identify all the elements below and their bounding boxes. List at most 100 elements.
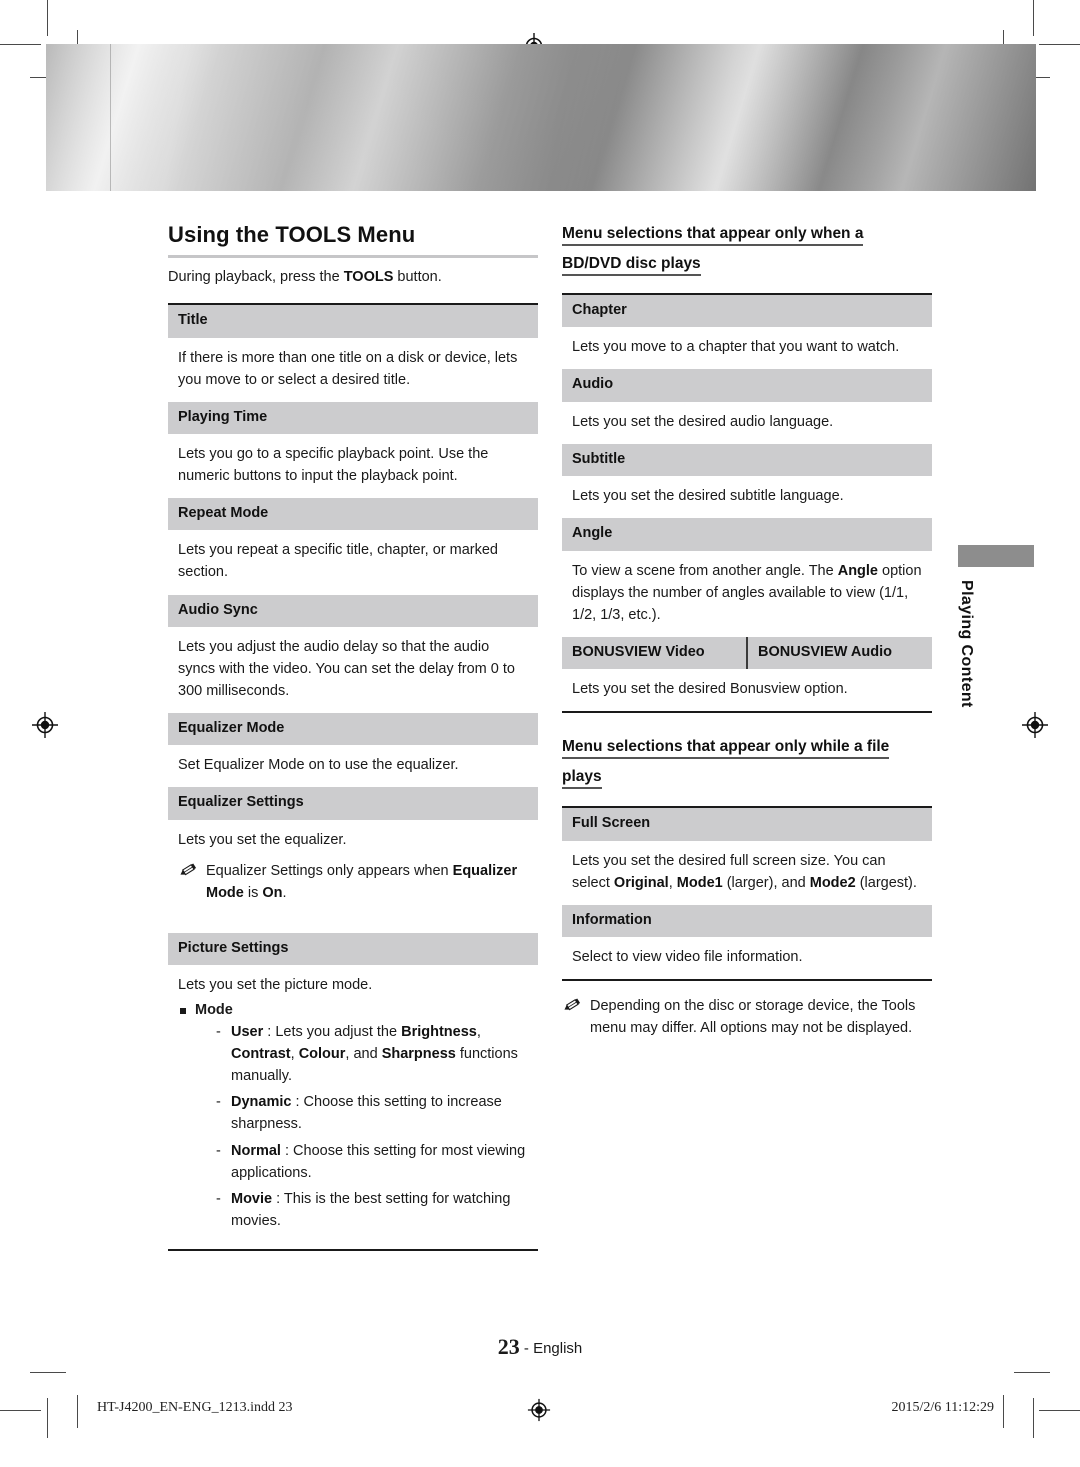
registration-mark-footer (527, 1398, 551, 1422)
row-header-angle: Angle (562, 518, 932, 551)
side-tab-playing-content: Playing Content (958, 545, 1034, 708)
picture-mode-option-normal: Normal : Choose this setting for most vi… (215, 1141, 528, 1185)
equalizer-settings-note: Equalizer Settings only appears when Equ… (178, 860, 528, 904)
row-header-bonusview: BONUSVIEW Video BONUSVIEW Audio (562, 636, 932, 670)
row-header-audio: Audio (562, 369, 932, 402)
row-body-title: If there is more than one title on a dis… (168, 338, 538, 402)
intro-text: During playback, press the TOOLS button. (168, 267, 538, 289)
row-header-picture-settings: Picture Settings (168, 932, 538, 966)
row-header-bonusview-audio: BONUSVIEW Audio (746, 636, 932, 670)
header-banner-image (46, 44, 1036, 191)
picture-mode-option-dynamic: Dynamic : Choose this setting to increas… (215, 1092, 528, 1136)
equalizer-note-text-2: is (243, 884, 263, 901)
subtitle-file-plays-line-2-text: plays (562, 768, 602, 790)
subtitle-bd-dvd-heading: Menu selections that appear only when a … (562, 222, 932, 277)
bd-dvd-table: Chapter Lets you move to a chapter that … (562, 293, 932, 714)
row-body-playing-time-text: Lets you go to a specific playback point… (178, 445, 489, 485)
crop-mark-bottom-right-horizontal (1014, 1372, 1050, 1373)
row-body-subtitle: Lets you set the desired subtitle langua… (562, 476, 932, 518)
row-body-audio-sync-text: Lets you adjust the audio delay so that … (178, 638, 515, 699)
row-body-picture-settings-text: Lets you set the picture mode. (178, 977, 373, 994)
subtitle-bd-dvd: Menu selections that appear only when a … (562, 222, 932, 277)
row-header-repeat-mode: Repeat Mode (168, 498, 538, 531)
banner-seam (110, 44, 111, 191)
picture-mode-options: User : Lets you adjust the Brightness, C… (215, 1022, 528, 1233)
tools-menu-footer-note-text: Depending on the disc or storage device,… (590, 998, 916, 1037)
equalizer-note-bold-2: On (262, 884, 283, 901)
row-body-angle-text: To view a scene from another angle. The … (572, 560, 922, 626)
crop-mark-top-left-vertical (47, 0, 48, 36)
full-screen-bold-1: Original (613, 874, 669, 891)
subtitle-file-plays-line-1: Menu selections that appear only while a… (562, 735, 932, 760)
picture-settings-mode-bullet: Mode User : Lets you adjust the Brightne… (178, 1000, 528, 1233)
page-number: 23 (497, 1334, 520, 1359)
picture-mode-user-bold-4: Sharpness (381, 1045, 456, 1062)
full-screen-text-2: , (668, 874, 677, 891)
picture-settings-mode-label: Mode (195, 1002, 233, 1019)
equalizer-note-text-3: . (282, 884, 287, 901)
row-header-bonusview-video: BONUSVIEW Video (572, 643, 705, 660)
registration-mark-right-middle (1022, 712, 1048, 738)
row-header-equalizer-settings: Equalizer Settings (168, 787, 538, 820)
crop-mark-top-right-horizontal (1039, 44, 1080, 45)
full-screen-bold-3: Mode2 (809, 874, 856, 891)
row-body-bonusview: Lets you set the desired Bonusview optio… (562, 669, 932, 711)
row-body-equalizer-settings: Lets you set the equalizer. Equalizer Se… (168, 820, 538, 915)
subtitle-bd-dvd-line-2: BD/DVD disc plays (562, 252, 932, 277)
row-body-equalizer-mode: Set Equalizer Mode on to use the equaliz… (168, 745, 538, 787)
crop-mark-bottom-right-vertical (1033, 1398, 1034, 1438)
picture-mode-movie-name: Movie (231, 1191, 273, 1208)
picture-mode-user-text-2: , (476, 1024, 481, 1041)
subtitle-file-plays-heading: Menu selections that appear only while a… (562, 735, 932, 790)
row-body-chapter: Lets you move to a chapter that you want… (562, 327, 932, 369)
intro-text-bold: TOOLS (343, 269, 394, 286)
row-body-information-text: Select to view video file information. (572, 949, 803, 966)
row-body-playing-time: Lets you go to a specific playback point… (168, 434, 538, 498)
row-body-full-screen: Lets you set the desired full screen siz… (562, 841, 932, 905)
row-header-subtitle: Subtitle (562, 443, 932, 477)
equalizer-note-text-1: Equalizer Settings only appears when (206, 862, 453, 879)
registration-mark-left-middle (32, 712, 58, 738)
crop-mark-bottom-left-vertical (47, 1398, 48, 1438)
crop-mark-bottom-left-horizontal-2 (0, 1410, 41, 1411)
row-body-title-text: If there is more than one title on a dis… (178, 349, 518, 388)
crop-mark-bottom-left-inner-vertical (77, 1395, 78, 1428)
row-header-information: Information (562, 904, 932, 938)
subtitle-bd-dvd-line-1: Menu selections that appear only when a (562, 222, 932, 246)
crop-mark-bottom-right-horizontal-2 (1039, 1410, 1080, 1411)
intro-text-after: button. (393, 269, 442, 286)
pencil-icon (562, 997, 582, 1013)
crop-mark-top-left-horizontal (0, 44, 41, 45)
page-footer-number: 23 - English (0, 1336, 1080, 1358)
row-body-full-screen-text: Lets you set the desired full screen siz… (572, 850, 922, 894)
subtitle-bd-dvd-line-2-text: BD/DVD disc plays (562, 255, 701, 277)
row-body-equalizer-settings-text: Lets you set the equalizer. (178, 831, 347, 848)
picture-mode-user-text-1: : Lets you adjust the (263, 1024, 402, 1041)
picture-mode-user-bold-1: Brightness (401, 1024, 477, 1041)
tools-menu-footer-note: Depending on the disc or storage device,… (562, 995, 932, 1039)
right-column: Menu selections that appear only when a … (562, 222, 932, 1039)
picture-mode-option-movie: Movie : This is the best setting for wat… (215, 1189, 528, 1233)
side-tab-cap (958, 545, 1034, 567)
picture-mode-user-text-4: , and (345, 1045, 382, 1062)
row-body-repeat-mode: Lets you repeat a specific title, chapte… (168, 530, 538, 594)
picture-mode-user-text-3: , (290, 1045, 299, 1062)
full-screen-text-4: (largest). (855, 874, 917, 891)
row-body-audio-text: Lets you set the desired audio language. (572, 413, 834, 430)
angle-text-1: To view a scene from another angle. The (572, 562, 838, 579)
row-header-chapter: Chapter (562, 295, 932, 328)
tools-menu-table: Title If there is more than one title on… (168, 303, 538, 1251)
picture-mode-dynamic-name: Dynamic (231, 1094, 292, 1111)
row-body-chapter-text: Lets you move to a chapter that you want… (572, 339, 900, 356)
page-language: - English (523, 1340, 583, 1357)
full-screen-text-3: (larger), and (722, 874, 810, 891)
left-column: Using the TOOLS Menu During playback, pr… (168, 222, 538, 1251)
file-plays-table: Full Screen Lets you set the desired ful… (562, 806, 932, 982)
row-body-audio: Lets you set the desired audio language. (562, 402, 932, 444)
picture-mode-option-user: User : Lets you adjust the Brightness, C… (215, 1022, 528, 1087)
picture-mode-normal-name: Normal (231, 1142, 281, 1159)
picture-mode-user-name: User (231, 1024, 264, 1041)
title-underline-rule (168, 255, 538, 259)
row-body-audio-sync: Lets you adjust the audio delay so that … (168, 627, 538, 713)
row-header-title: Title (168, 305, 538, 338)
